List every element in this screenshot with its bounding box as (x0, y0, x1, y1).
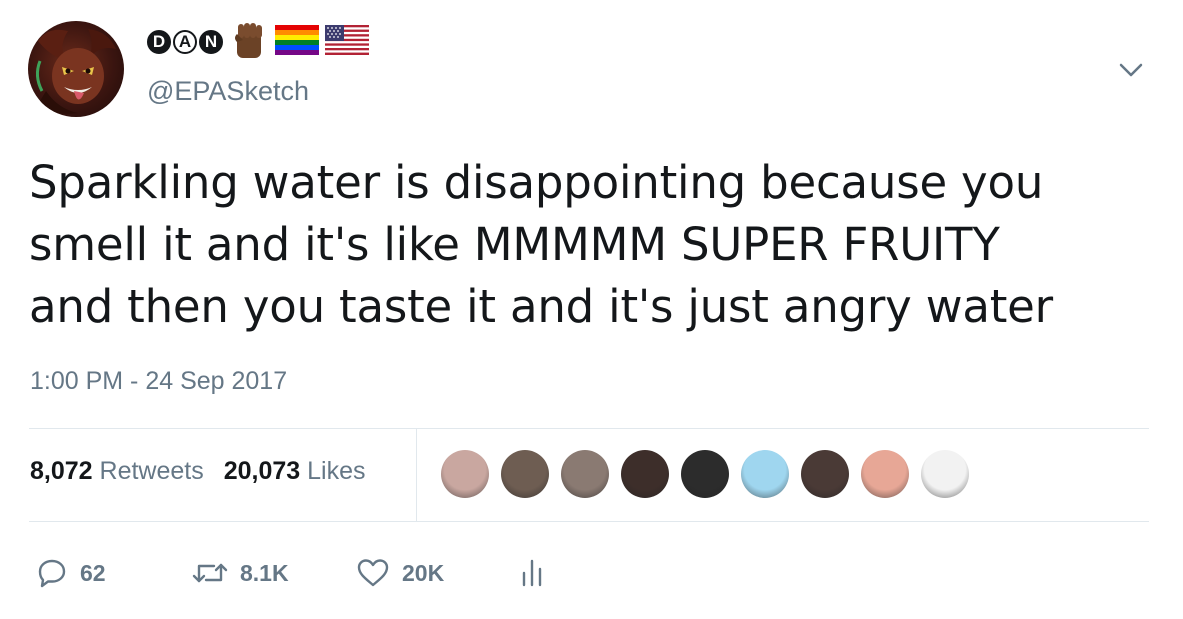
user-handle[interactable]: @EPASketch (147, 76, 309, 107)
tweet-text: Sparkling water is disappointing because… (29, 156, 1053, 333)
retweet-icon (192, 563, 228, 583)
likes-label: Likes (307, 457, 366, 485)
reply-button[interactable]: 62 (36, 555, 106, 591)
liker-avatar-icon[interactable] (801, 450, 849, 498)
avatar-illustration (35, 29, 116, 114)
likes-count: 20,073 (223, 457, 301, 485)
engagement-stats: 8,072 Retweets 20,073 Likes (30, 457, 366, 486)
liker-avatar-icon[interactable] (741, 450, 789, 498)
avatar[interactable] (28, 21, 124, 117)
divider (29, 521, 1149, 522)
analytics-icon (522, 559, 542, 587)
liker-avatar-icon[interactable] (621, 450, 669, 498)
tweet-timestamp[interactable]: 1:00 PM - 24 Sep 2017 (30, 367, 287, 396)
rainbow-flag-icon (275, 24, 319, 60)
display-name[interactable]: D A N (147, 22, 369, 62)
likes-stat[interactable]: 20,073 Likes (224, 457, 366, 486)
analytics-button[interactable] (520, 555, 544, 591)
retweets-stat[interactable]: 8,072 Retweets (30, 457, 204, 486)
liked-by-avatars (441, 450, 969, 498)
reply-count: 62 (80, 559, 106, 586)
liker-avatar-icon[interactable] (921, 450, 969, 498)
liker-avatar-icon[interactable] (861, 450, 909, 498)
chevron-down-icon[interactable] (1117, 60, 1145, 80)
reply-icon (38, 559, 66, 588)
retweets-label: Retweets (99, 457, 204, 485)
heart-icon (357, 559, 389, 587)
liker-avatar-icon[interactable] (561, 450, 609, 498)
retweet-count: 8.1K (240, 559, 289, 586)
raised-fist-icon (229, 20, 269, 65)
stats-divider (416, 429, 417, 521)
retweet-button[interactable]: 8.1K (192, 555, 289, 591)
liker-avatar-icon[interactable] (441, 450, 489, 498)
retweets-count: 8,072 (30, 457, 93, 485)
liker-avatar-icon[interactable] (681, 450, 729, 498)
name-letter-a: A (173, 30, 197, 54)
name-letter-n: N (199, 30, 223, 54)
us-flag-icon (325, 24, 369, 60)
name-letter-d: D (147, 30, 171, 54)
divider (29, 428, 1149, 429)
tweet-card: D A N @EPASketch Sparkling water is disa… (0, 0, 1183, 619)
liker-avatar-icon[interactable] (501, 450, 549, 498)
like-button[interactable]: 20K (356, 555, 444, 591)
like-count: 20K (402, 559, 445, 586)
